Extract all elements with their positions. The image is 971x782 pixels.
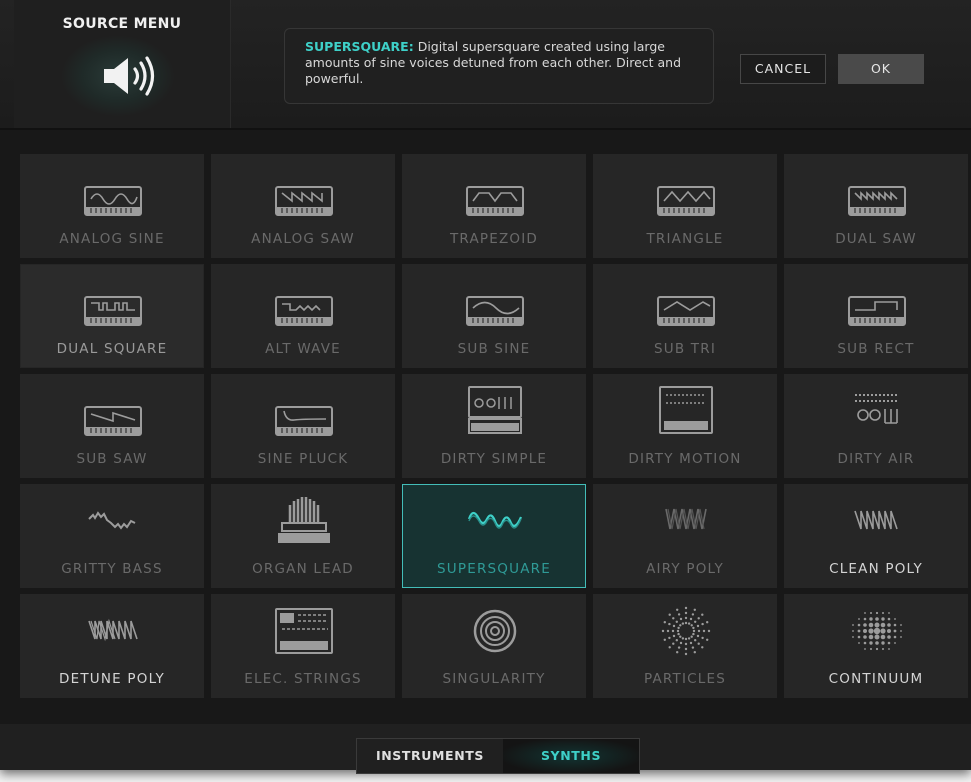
source-tile-dual-saw[interactable]: DUAL SAW [784,154,968,258]
dirty-motion-icon [659,386,713,434]
tile-label: AIRY POLY [646,561,724,577]
divider [0,128,971,130]
source-tile-gritty-bass[interactable]: GRITTY BASS [20,484,204,588]
gritty-bass-icon [88,511,136,530]
source-tile-clean-poly[interactable]: CLEAN POLY [784,484,968,588]
particles-icon [661,606,711,656]
source-tile-sub-rect[interactable]: SUB RECT [784,264,968,368]
tile-label: SUB TRI [653,341,716,357]
source-tile-sub-tri[interactable]: SUB TRI [593,264,777,368]
source-tile-sine-pluck[interactable]: SINE PLUCK [211,374,395,478]
header: SOURCE MENU SUPERSQUARE: Digital supersq… [0,0,971,128]
source-tile-dual-square[interactable]: DUAL SQUARE [20,264,204,368]
tile-label: CLEAN POLY [829,561,923,577]
tile-label: DUAL SAW [835,231,917,247]
tile-label: ELEC. STRINGS [244,671,362,687]
dirty-simple-icon [468,386,522,434]
sub-tri-icon [657,296,715,326]
description-text: SUPERSQUARE: Digital supersquare created… [305,39,705,87]
sub-sine-icon [466,296,524,326]
source-tile-dirty-simple[interactable]: DIRTY SIMPLE [402,374,586,478]
cancel-button[interactable]: CANCEL [740,54,826,84]
elec-strings-icon [275,608,333,654]
tile-label: DIRTY MOTION [628,451,742,467]
source-tile-organ-lead[interactable]: ORGAN LEAD [211,484,395,588]
tile-label: ORGAN LEAD [252,561,354,577]
source-tile-airy-poly[interactable]: AIRY POLY [593,484,777,588]
source-tile-detune-poly[interactable]: DETUNE POLY [20,594,204,698]
source-tile-trapezoid[interactable]: TRAPEZOID [402,154,586,258]
source-tile-alt-wave[interactable]: ALT WAVE [211,264,395,368]
tile-label: TRIANGLE [646,231,724,247]
source-tile-triangle[interactable]: TRIANGLE [593,154,777,258]
instruments-tab[interactable]: INSTRUMENTS [357,739,504,773]
source-tile-sub-saw[interactable]: SUB SAW [20,374,204,478]
source-tile-dirty-air[interactable]: DIRTY AIR [784,374,968,478]
source-tile-analog-sine[interactable]: ANALOG SINE [20,154,204,258]
tile-label: DIRTY AIR [837,451,915,467]
tile-label: SUB SAW [76,451,148,467]
source-tile-continuum[interactable]: CONTINUUM [784,594,968,698]
tile-label: TRAPEZOID [449,231,539,247]
source-tile-supersquare[interactable]: SUPERSQUARE [402,484,586,588]
tile-label: DETUNE POLY [59,671,165,687]
tile-label: SUB RECT [837,341,915,357]
singularity-icon [473,609,517,653]
source-tile-analog-saw[interactable]: ANALOG SAW [211,154,395,258]
tile-label: SUB SINE [457,341,531,357]
tile-label: ANALOG SINE [59,231,165,247]
source-tile-elec-strings[interactable]: ELEC. STRINGS [211,594,395,698]
dual-square-icon [84,296,142,326]
triangle-icon [657,186,715,216]
airy-poly-icon [665,508,707,530]
dual-saw-icon [848,186,906,216]
description-name: SUPERSQUARE: [305,39,414,54]
organ-lead-icon [278,497,330,543]
tile-label: ALT WAVE [265,341,341,357]
sine-pluck-icon [275,406,333,436]
tile-label: SUPERSQUARE [437,561,551,577]
alt-wave-icon [275,296,333,326]
tile-label: SINGULARITY [442,671,546,687]
tile-label: DUAL SQUARE [56,341,168,357]
sub-saw-icon [84,406,142,436]
tile-label: PARTICLES [644,671,726,687]
source-menu-header: SOURCE MENU [14,0,231,128]
source-menu-panel: SOURCE MENU SUPERSQUARE: Digital supersq… [0,0,971,774]
source-tile-dirty-motion[interactable]: DIRTY MOTION [593,374,777,478]
synths-tab[interactable]: SYNTHS [503,739,639,773]
tile-label: SINE PLUCK [257,451,349,467]
source-grid: ANALOG SINE ANALOG SAW TRAPEZOID TRIANGL… [20,154,971,698]
sub-rect-icon [848,296,906,326]
speaker-icon [104,56,155,96]
source-tile-particles[interactable]: PARTICLES [593,594,777,698]
tile-label: GRITTY BASS [61,561,163,577]
supersquare-icon [467,511,523,529]
trapezoid-icon [466,186,524,216]
ok-button[interactable]: OK [838,54,924,84]
source-tile-singularity[interactable]: SINGULARITY [402,594,586,698]
tile-label: ANALOG SAW [251,231,355,247]
category-toggle: INSTRUMENTS SYNTHS [356,738,640,774]
tile-label: CONTINUUM [828,671,924,687]
description-box: SUPERSQUARE: Digital supersquare created… [284,28,714,104]
clean-poly-icon [854,510,898,530]
detune-poly-icon [88,618,138,642]
tile-label: DIRTY SIMPLE [440,451,548,467]
source-tile-sub-sine[interactable]: SUB SINE [402,264,586,368]
analog-saw-icon [275,186,333,216]
dirty-air-icon [855,394,899,424]
continuum-icon [852,611,902,651]
page-title: SOURCE MENU [62,16,182,32]
analog-sine-icon [84,186,142,216]
